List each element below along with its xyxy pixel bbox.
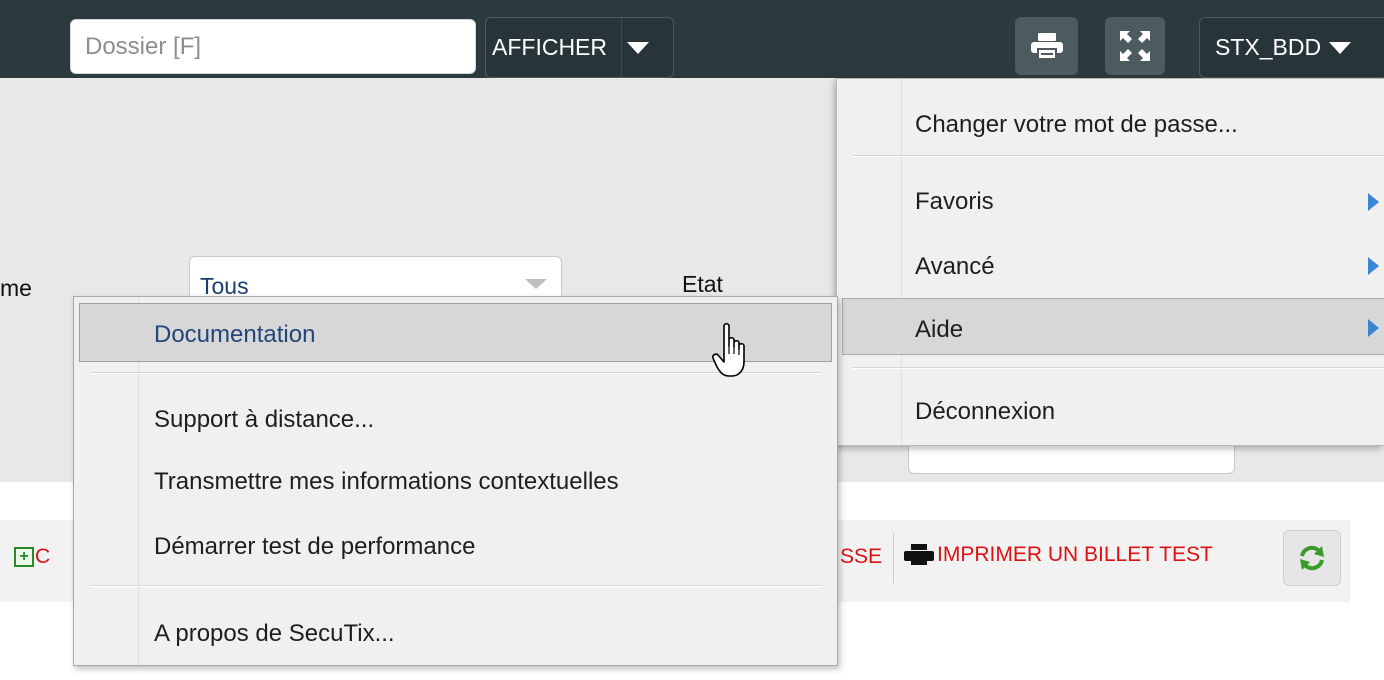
chevron-down-icon xyxy=(627,42,649,54)
create-button[interactable]: + C xyxy=(14,545,50,569)
filter-label: me xyxy=(0,275,32,301)
menu-divider xyxy=(90,585,822,587)
dossier-search-input[interactable] xyxy=(70,19,476,74)
aide-item[interactable]: Aide xyxy=(915,316,963,344)
printer-icon xyxy=(1030,33,1063,60)
print-test-ticket-button[interactable]: IMPRIMER UN BILLET TEST xyxy=(904,543,1213,567)
print-test-ticket-label: IMPRIMER UN BILLET TEST xyxy=(937,543,1213,566)
user-label: STX_BDD xyxy=(1215,34,1322,60)
user-menu-button[interactable]: STX_BDD xyxy=(1199,17,1384,78)
refresh-button[interactable] xyxy=(1283,530,1341,586)
hand-cursor-icon xyxy=(712,322,745,377)
submenu-arrow-icon xyxy=(1368,257,1379,275)
remote-support-item[interactable]: Support à distance... xyxy=(154,406,374,434)
toolbar-divider xyxy=(893,533,894,583)
printer-icon xyxy=(904,544,934,565)
afficher-button[interactable]: AFFICHER xyxy=(485,17,674,78)
change-password-item[interactable]: Changer votre mot de passe... xyxy=(915,111,1238,139)
add-icon: + xyxy=(14,547,34,567)
toolbar-action-partial[interactable]: SSE xyxy=(840,545,882,569)
deconnexion-item[interactable]: Déconnexion xyxy=(915,398,1055,426)
print-button[interactable] xyxy=(1015,17,1078,75)
documentation-item[interactable]: Documentation xyxy=(154,321,315,349)
send-context-info-item[interactable]: Transmettre mes informations contextuell… xyxy=(154,468,619,496)
afficher-divider xyxy=(621,18,622,77)
create-button-label: C xyxy=(35,545,51,568)
about-secutix-item[interactable]: A propos de SecuTix... xyxy=(154,620,395,648)
etat-label: Etat xyxy=(682,271,723,297)
submenu-arrow-icon xyxy=(1368,193,1379,211)
fullscreen-button[interactable] xyxy=(1105,17,1165,75)
performance-test-item[interactable]: Démarrer test de performance xyxy=(154,533,475,561)
chevron-down-icon xyxy=(525,279,547,289)
menu-divider xyxy=(852,367,1384,369)
afficher-label: AFFICHER xyxy=(492,34,607,60)
chevron-down-icon xyxy=(1329,41,1352,54)
menu-divider xyxy=(852,155,1384,157)
menu-gutter xyxy=(901,79,902,445)
refresh-icon xyxy=(1300,545,1324,571)
favoris-item[interactable]: Favoris xyxy=(915,188,994,216)
fullscreen-icon xyxy=(1120,31,1150,61)
submenu-arrow-icon xyxy=(1368,319,1379,337)
avance-item[interactable]: Avancé xyxy=(915,253,995,281)
